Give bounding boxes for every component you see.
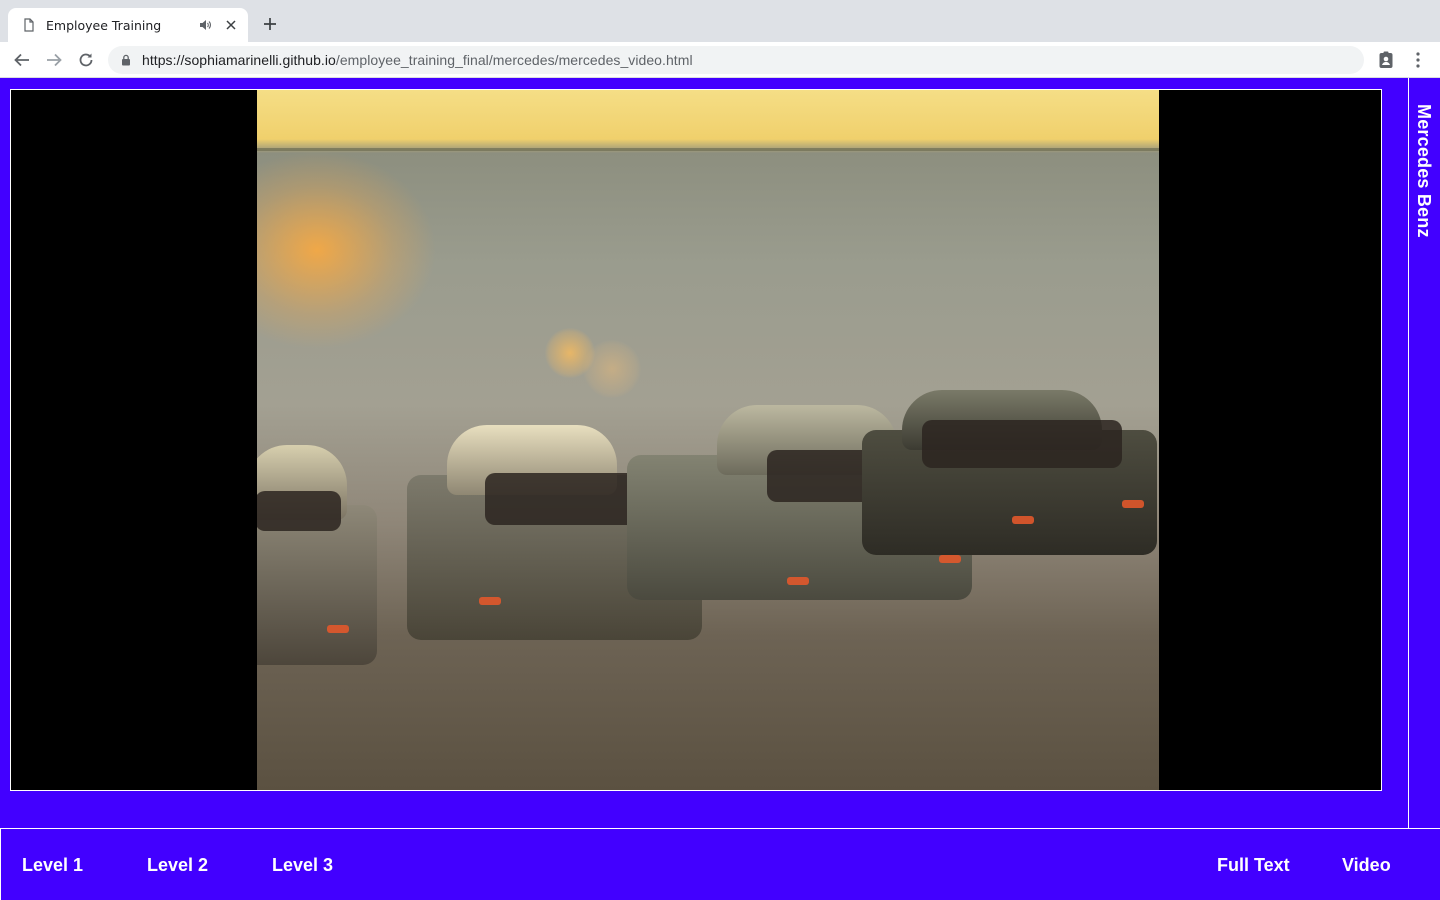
new-tab-button[interactable]: [260, 14, 280, 34]
url-path: /employee_training_final/mercedes/merced…: [335, 52, 693, 68]
document-icon: [22, 18, 36, 32]
reload-icon: [77, 51, 95, 69]
tab-title: Employee Training: [46, 17, 162, 33]
lock-icon: [120, 54, 132, 66]
nav-level-1[interactable]: Level 1: [22, 855, 83, 876]
horizon-line: [257, 148, 1159, 151]
arrow-left-icon: [13, 51, 31, 69]
nav-full-text[interactable]: Full Text: [1217, 855, 1290, 876]
url-domain: https://sophiamarinelli.github.io: [142, 52, 336, 68]
plus-icon: [262, 16, 278, 32]
video-frame-image: [257, 90, 1159, 790]
speaker-icon[interactable]: [198, 18, 212, 32]
sun-glow: [257, 150, 437, 350]
url-text: https://sophiamarinelli.github.io/employ…: [142, 52, 693, 68]
nav-level-3[interactable]: Level 3: [272, 855, 333, 876]
side-title-rail: Mercedes Benz: [1408, 78, 1440, 828]
extension-button[interactable]: [1376, 50, 1396, 70]
badge-icon: [1378, 51, 1394, 69]
nav-video[interactable]: Video: [1342, 855, 1391, 876]
browser-toolbar: https://sophiamarinelli.github.io/employ…: [0, 42, 1440, 78]
bottom-navigation: Level 1 Level 2 Level 3 Full Text Video: [0, 828, 1440, 900]
close-icon[interactable]: [224, 18, 238, 32]
brand-title: Mercedes Benz: [1414, 104, 1434, 238]
car: [862, 390, 1159, 560]
video-player[interactable]: [10, 89, 1382, 791]
lens-flare: [583, 340, 641, 398]
arrow-right-icon: [45, 51, 63, 69]
back-button[interactable]: [12, 50, 32, 70]
car: [257, 445, 387, 675]
kebab-menu-icon: [1416, 52, 1420, 68]
address-bar[interactable]: https://sophiamarinelli.github.io/employ…: [108, 46, 1364, 74]
nav-level-2[interactable]: Level 2: [147, 855, 208, 876]
browser-menu-button[interactable]: [1408, 50, 1428, 70]
forward-button[interactable]: [44, 50, 64, 70]
page-body: Mercedes Benz Level 1 Level 2 Level 3 Fu…: [0, 78, 1440, 900]
reload-button[interactable]: [76, 50, 96, 70]
browser-tab[interactable]: Employee Training: [8, 8, 248, 42]
browser-tabstrip: Employee Training: [0, 0, 1440, 42]
